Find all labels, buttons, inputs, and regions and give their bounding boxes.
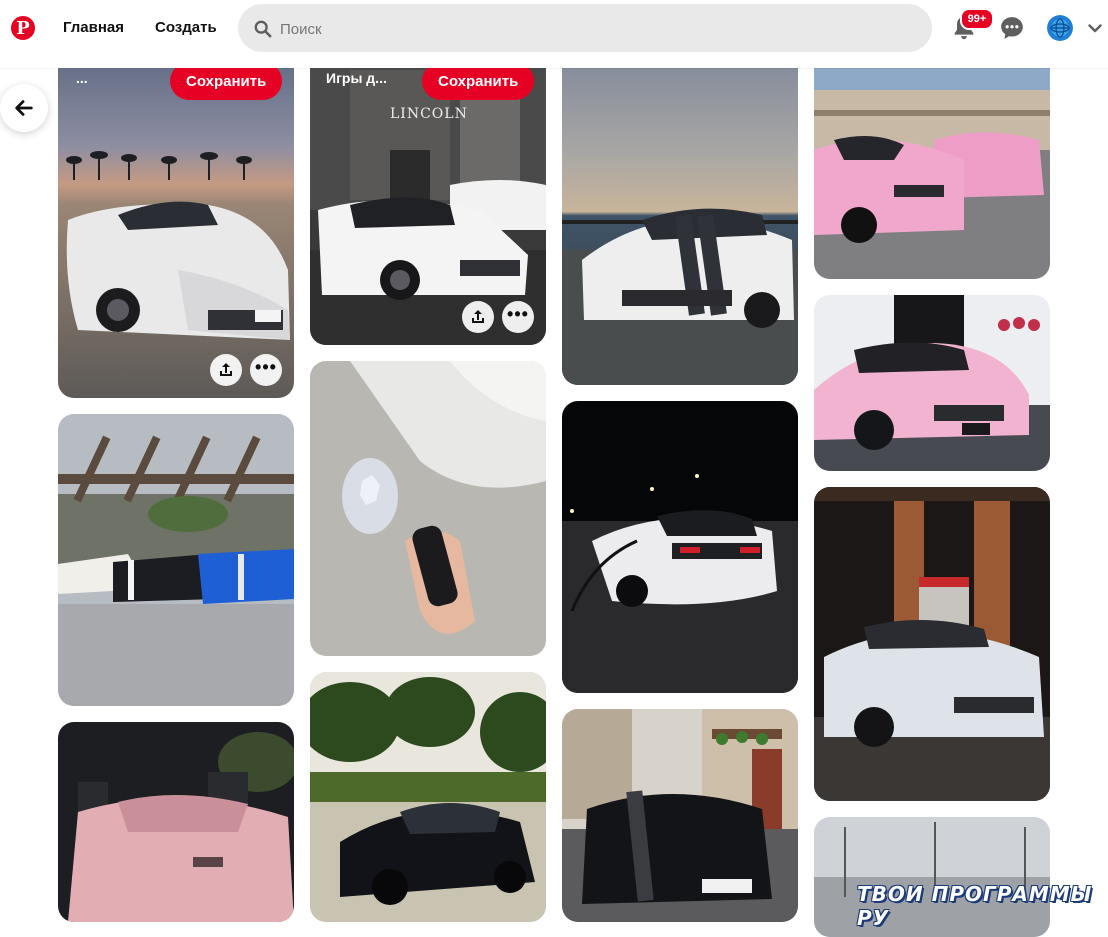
share-icon (220, 363, 232, 376)
avatar[interactable] (1047, 15, 1073, 41)
pin-image (310, 672, 546, 922)
pin-board-name[interactable]: Игры д... (326, 70, 387, 86)
pin-image (562, 401, 798, 693)
chat-icon[interactable] (999, 15, 1025, 41)
back-button[interactable] (0, 84, 48, 132)
pin-image (814, 295, 1050, 471)
search-bar[interactable] (238, 4, 932, 54)
share-icon (472, 310, 484, 323)
pin-image (58, 722, 294, 922)
pin-card[interactable] (562, 401, 798, 693)
pin-image (814, 487, 1050, 801)
pin-card[interactable] (814, 487, 1050, 801)
pin-card[interactable] (310, 672, 546, 922)
share-button[interactable] (462, 301, 494, 333)
top-header: P Главная Создать 99+ (0, 0, 1108, 68)
pin-board-name[interactable]: ... (76, 70, 88, 86)
pin-image (310, 361, 546, 656)
pin-card[interactable] (58, 414, 294, 706)
watermark-text: ТВОИ ПРОГРАММЫ РУ (857, 882, 1093, 930)
more-options-button[interactable]: ••• (502, 301, 534, 333)
pin-card[interactable] (58, 722, 294, 922)
chevron-down-icon[interactable] (1087, 20, 1103, 36)
pin-card[interactable]: ... Сохранить ••• (58, 10, 294, 398)
pin-image (562, 709, 798, 922)
share-button[interactable] (210, 354, 242, 386)
globe-avatar-icon (1047, 15, 1073, 41)
pinterest-logo[interactable]: P (11, 16, 35, 40)
search-input[interactable] (278, 4, 922, 54)
search-icon (254, 20, 272, 38)
notification-badge: 99+ (960, 8, 994, 30)
arrow-left-icon (15, 100, 33, 116)
nav-home-link[interactable]: Главная (63, 19, 124, 36)
lincoln-sign: LINCOLN (390, 106, 468, 122)
pin-image (58, 414, 294, 706)
nav-create-link[interactable]: Создать (155, 19, 217, 36)
more-options-button[interactable]: ••• (250, 354, 282, 386)
pin-card[interactable] (814, 295, 1050, 471)
pin-card[interactable] (562, 709, 798, 922)
pin-card[interactable] (310, 361, 546, 656)
